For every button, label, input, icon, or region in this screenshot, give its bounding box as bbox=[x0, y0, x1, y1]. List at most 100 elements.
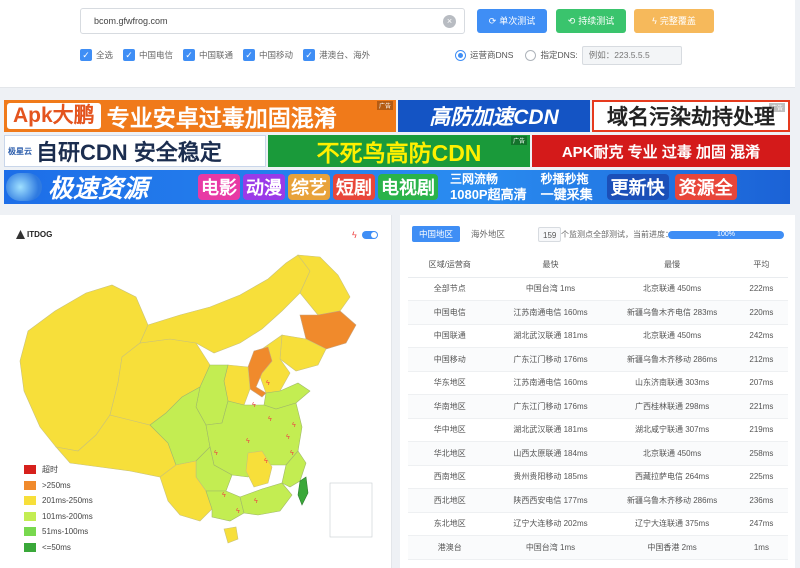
table-cell: 中国联通 bbox=[408, 324, 492, 348]
full-coverage-button[interactable]: ϟ 完整覆盖 bbox=[634, 9, 714, 33]
banner-tag: 动漫 bbox=[243, 174, 285, 200]
filter-all[interactable]: ✓ 全选 bbox=[80, 49, 113, 61]
table-cell: 湖北咸宁联通 307ms bbox=[609, 418, 735, 442]
custom-dns-input[interactable] bbox=[581, 45, 682, 65]
continuous-test-label: 持续测试 bbox=[578, 16, 615, 26]
node-marker-icon: ϟ bbox=[222, 492, 226, 499]
node-marker-icon: ϟ bbox=[214, 450, 218, 457]
table-header-row: 区域/运营商 最快 最慢 平均 bbox=[408, 253, 788, 278]
map-region-guangdong[interactable] bbox=[239, 482, 293, 516]
continuous-test-button[interactable]: ⟲ 持续测试 bbox=[556, 9, 626, 33]
table-cell: 华南地区 bbox=[408, 394, 492, 419]
column-header[interactable]: 最快 bbox=[491, 253, 610, 278]
ad-tag: 广告 bbox=[768, 103, 785, 112]
legend-label: 51ms-100ms bbox=[42, 527, 89, 537]
operator-dns-radio[interactable] bbox=[455, 49, 466, 61]
legend-label: 201ms-250ms bbox=[42, 496, 93, 506]
table-cell: 中国香港 2ms bbox=[609, 535, 735, 560]
filter-telecom[interactable]: ✓ 中国电信 bbox=[123, 49, 173, 61]
banner-text: 不死鸟高防CDN bbox=[316, 140, 482, 166]
results-panel: 中国地区 海外地区 159 个监测点全部测试，当前进度： 100% 区域/运营商… bbox=[400, 215, 795, 568]
table-cell: 中国移动 bbox=[408, 347, 492, 372]
filter-mobile[interactable]: ✓ 中国移动 bbox=[243, 49, 293, 61]
table-cell: 219ms bbox=[734, 418, 788, 442]
banner-feature: 三网流畅 bbox=[450, 172, 499, 186]
table-cell: 北京联通 450ms bbox=[609, 277, 735, 301]
table-cell: 242ms bbox=[734, 324, 788, 348]
table-row: 华中地区 湖北武汉联通 181ms 湖北咸宁联通 307ms 219ms bbox=[408, 418, 788, 442]
table-cell: 中国电信 bbox=[408, 300, 492, 325]
filter-overseas[interactable]: ✓ 港澳台、海外 bbox=[303, 49, 370, 61]
checkbox-checked-icon[interactable]: ✓ bbox=[243, 49, 256, 61]
region-tabs: 中国地区 海外地区 bbox=[412, 226, 516, 242]
tab-overseas[interactable]: 海外地区 bbox=[464, 226, 512, 242]
node-marker-icon: ϟ bbox=[268, 416, 272, 423]
full-coverage-label: 完整覆盖 bbox=[659, 16, 696, 26]
map-region-heilongjiang[interactable] bbox=[297, 254, 351, 316]
banner-feature: 一键采集 bbox=[540, 187, 593, 202]
table-cell: 华中地区 bbox=[408, 418, 492, 442]
ad-banner-fast-resource[interactable]: 极速资源 电影 动漫 综艺 短剧 电视剧 三网流畅 1080P超高清 秒播秒拖 … bbox=[4, 170, 790, 204]
custom-dns-label: 指定DNS: bbox=[540, 50, 578, 60]
table-cell: 新疆乌鲁木齐移动 286ms bbox=[609, 488, 735, 513]
legend-item: 201ms-250ms bbox=[24, 493, 93, 509]
ad-banner-bird-cdn[interactable]: 不死鸟高防CDN 广告 bbox=[268, 135, 530, 167]
table-cell: 辽宁大连移动 202ms bbox=[491, 512, 610, 536]
node-marker-icon: ϟ bbox=[264, 458, 268, 465]
table-cell: 陕西西安电信 177ms bbox=[491, 488, 610, 513]
progress-bar: 100% bbox=[668, 231, 784, 239]
table-row: 全部节点 中国台湾 1ms 北京联通 450ms 222ms bbox=[408, 277, 788, 301]
table-row: 西南地区 贵州贵阳移动 185ms 西藏拉萨电信 264ms 225ms bbox=[408, 465, 788, 489]
banner-brand: 极星云 bbox=[8, 146, 32, 156]
south-china-sea-inset bbox=[329, 482, 373, 538]
operator-dns-label: 运营商DNS bbox=[470, 50, 514, 60]
ad-tag: 广告 bbox=[510, 136, 527, 145]
custom-dns-radio[interactable] bbox=[525, 49, 537, 61]
ad-banner-cdn-accel[interactable]: 高防加速CDN bbox=[398, 100, 590, 132]
legend-swatch bbox=[24, 527, 36, 537]
table-row: 西北地区 陕西西安电信 177ms 新疆乌鲁木齐移动 286ms 236ms bbox=[408, 488, 788, 513]
node-marker-icon: ϟ bbox=[252, 402, 256, 409]
legend-item: 超时 bbox=[24, 462, 93, 478]
legend-swatch bbox=[24, 480, 36, 490]
banner-text: 专业安卓过毒加固混淆 bbox=[106, 105, 337, 131]
table-cell: 中国台湾 1ms bbox=[491, 277, 610, 301]
domain-search-box[interactable]: × bbox=[80, 8, 465, 34]
filter-unicom[interactable]: ✓ 中国联通 bbox=[183, 49, 233, 61]
column-header[interactable]: 平均 bbox=[734, 253, 788, 278]
legend-swatch bbox=[24, 465, 36, 475]
checkbox-checked-icon[interactable]: ✓ bbox=[123, 49, 136, 61]
banner-tag: 电视剧 bbox=[378, 174, 438, 200]
checkbox-checked-icon[interactable]: ✓ bbox=[80, 49, 92, 61]
loop-icon: ⟲ bbox=[567, 16, 576, 26]
ad-banner-jixingyun[interactable]: 极星云 自研CDN 安全稳定 bbox=[4, 135, 266, 167]
progress-percent: 100% bbox=[717, 231, 735, 238]
table-cell: 中国台湾 1ms bbox=[491, 535, 610, 560]
column-header[interactable]: 最慢 bbox=[609, 253, 735, 278]
single-test-button[interactable]: ⟳ 单次测试 bbox=[477, 9, 547, 33]
map-region-hainan[interactable] bbox=[223, 526, 239, 544]
filter-label: 中国电信 bbox=[139, 50, 174, 60]
clear-icon[interactable]: × bbox=[443, 15, 456, 28]
table-cell: 东北地区 bbox=[408, 512, 492, 536]
banner-text: APK耐克 专业 过毒 加固 混淆 bbox=[561, 143, 761, 161]
ad-banner-apk-nike[interactable]: APK耐克 专业 过毒 加固 混淆 bbox=[532, 135, 790, 167]
legend-item: 101ms-200ms bbox=[24, 509, 93, 525]
table-cell: 新疆乌鲁木齐移动 286ms bbox=[609, 347, 735, 372]
banner-text: 极速资源 bbox=[48, 175, 149, 203]
filter-label: 港澳台、海外 bbox=[319, 50, 371, 60]
ad-banner-dns-hijack[interactable]: 域名污染劫持处理 广告 bbox=[592, 100, 790, 132]
checkbox-checked-icon[interactable]: ✓ bbox=[183, 49, 196, 61]
checkbox-checked-icon[interactable]: ✓ bbox=[303, 49, 316, 61]
tab-china[interactable]: 中国地区 bbox=[412, 226, 461, 242]
table-cell: 220ms bbox=[734, 300, 788, 325]
domain-input[interactable] bbox=[81, 9, 431, 33]
column-header[interactable]: 区域/运营商 bbox=[408, 253, 492, 278]
table-cell: 221ms bbox=[734, 394, 788, 419]
table-cell: 广东江门移动 176ms bbox=[491, 394, 610, 419]
node-marker-icon: ϟ bbox=[266, 380, 270, 387]
node-marker-icon: ϟ bbox=[236, 508, 240, 515]
table-row: 华东地区 江苏南通电信 160ms 山东济南联通 303ms 207ms bbox=[408, 371, 788, 395]
banner-text: 资源全 bbox=[674, 174, 737, 200]
ad-banner-apk-dapeng[interactable]: Apk大鹏 专业安卓过毒加固混淆 广告 bbox=[4, 100, 396, 132]
